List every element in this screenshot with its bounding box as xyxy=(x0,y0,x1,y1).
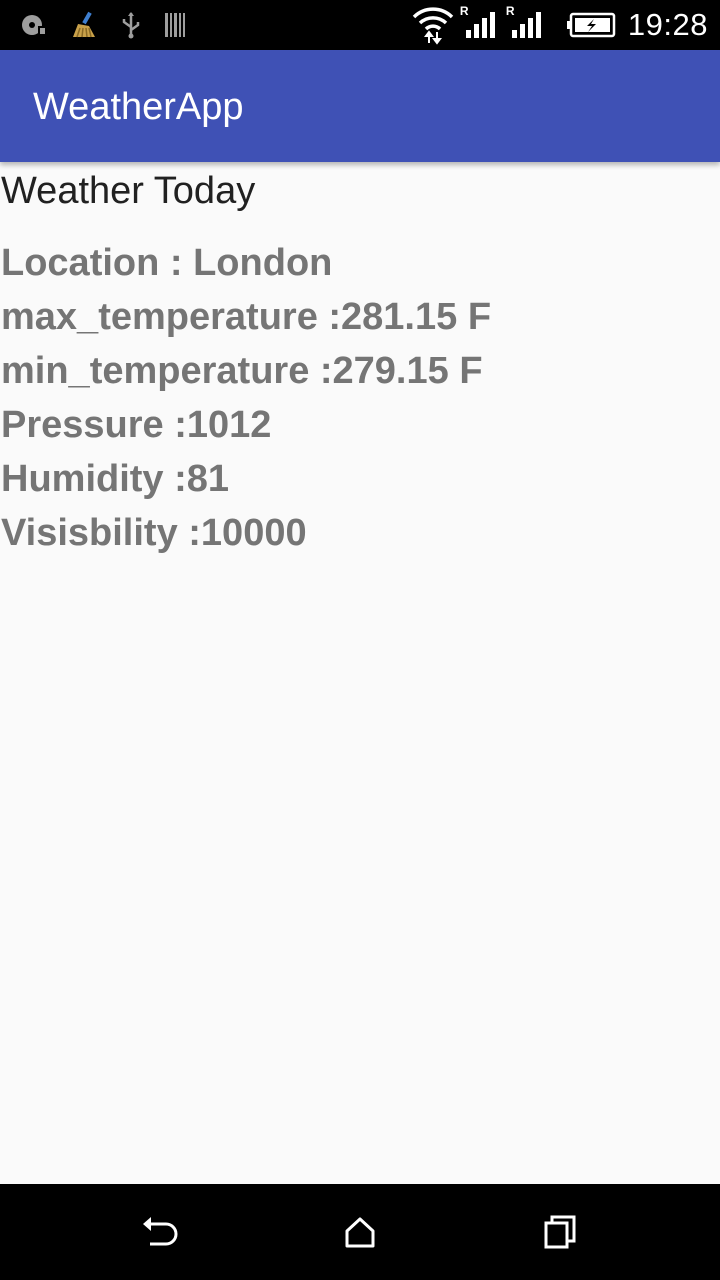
home-icon xyxy=(345,1217,375,1248)
cleaner-broom-icon xyxy=(70,11,98,39)
roaming-label: R xyxy=(505,4,515,18)
system-icons: R R 19:28 xyxy=(402,4,708,46)
min-temperature-text: min_temperature :279.15 F xyxy=(1,350,483,392)
max-temperature-text: max_temperature :281.15 F xyxy=(1,296,492,338)
signal-icon: R xyxy=(460,4,500,40)
notification-icons xyxy=(20,8,208,42)
back-icon xyxy=(143,1217,178,1246)
battery-charging-icon xyxy=(566,12,616,38)
wifi-icon xyxy=(412,5,454,45)
signal-icon: R xyxy=(506,4,546,40)
back-button[interactable] xyxy=(140,1214,180,1250)
location-text: Location : London xyxy=(1,242,333,284)
navigation-bar xyxy=(0,1184,720,1280)
status-bar: R R 19:28 xyxy=(0,0,720,50)
usb-icon xyxy=(120,11,142,39)
status-clock: 19:28 xyxy=(627,7,708,42)
roaming-label: R xyxy=(459,4,469,18)
pressure-text: Pressure :1012 xyxy=(1,404,272,446)
screenshot-icon xyxy=(20,12,48,38)
recents-icon xyxy=(544,1215,576,1249)
humidity-text: Humidity :81 xyxy=(1,458,230,500)
weather-heading: Weather Today xyxy=(1,170,256,212)
home-button[interactable] xyxy=(340,1214,380,1250)
visibility-text: Visisbility :10000 xyxy=(1,512,307,554)
app-bar: WeatherApp xyxy=(0,50,720,162)
recents-button[interactable] xyxy=(540,1214,580,1250)
barcode-icon xyxy=(164,12,186,38)
app-title: WeatherApp xyxy=(33,86,244,128)
